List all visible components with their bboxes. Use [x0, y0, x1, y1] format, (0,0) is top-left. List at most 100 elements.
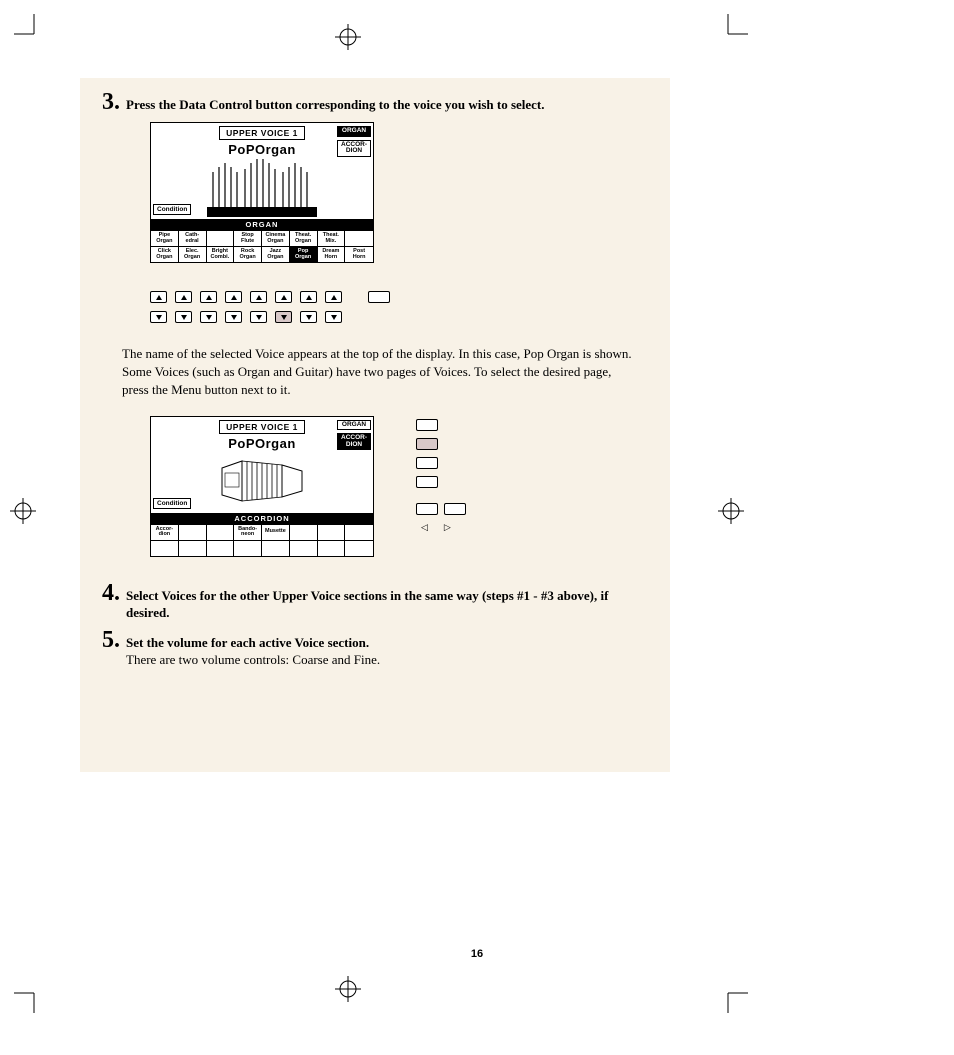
crop-mark-bl: [14, 983, 44, 1013]
voice-cell[interactable]: Bright Combi.: [207, 246, 235, 262]
menu-button-selected[interactable]: [416, 438, 438, 450]
voice-cell[interactable]: Accor- dion: [151, 524, 179, 540]
dc-down-button[interactable]: [200, 311, 217, 323]
condition-button[interactable]: Condition: [153, 204, 191, 215]
dc-up-button[interactable]: [325, 291, 342, 303]
lcd-category-bar: ORGAN: [151, 219, 373, 230]
menu-button[interactable]: [416, 476, 438, 488]
dc-up-button[interactable]: [300, 291, 317, 303]
lcd-title: UPPER VOICE 1: [219, 126, 305, 140]
step-5: 5 Set the volume for each active Voice s…: [80, 628, 670, 669]
voice-cell-selected[interactable]: Pop Organ: [290, 246, 318, 262]
registration-mark-right: [718, 498, 744, 529]
voice-cell-empty: [345, 524, 373, 540]
lcd-category-bar: ACCORDION: [151, 513, 373, 524]
crop-mark-br: [718, 983, 748, 1013]
dc-up-button[interactable]: [275, 291, 292, 303]
menu-button[interactable]: [444, 503, 466, 515]
voice-cell-empty: [151, 540, 179, 556]
accordion-icon: [217, 453, 307, 509]
voice-cell-empty: [290, 524, 318, 540]
voice-cell-empty: [179, 540, 207, 556]
lcd-grid-row1: Accor- dion Bando- neon Musette: [151, 524, 373, 540]
step-5-subtext: There are two volume controls: Coarse an…: [126, 651, 380, 669]
step-number: 3: [90, 90, 126, 114]
voice-cell[interactable]: Theat. Mix.: [318, 230, 346, 246]
crop-mark-tr: [718, 14, 748, 44]
condition-button[interactable]: Condition: [153, 498, 191, 509]
menu-button[interactable]: [416, 503, 438, 515]
menu-organ[interactable]: ORGAN: [337, 126, 371, 137]
dc-up-button[interactable]: [200, 291, 217, 303]
voice-cell-empty: [234, 540, 262, 556]
voice-cell-empty: [318, 524, 346, 540]
voice-cell[interactable]: Bando- neon: [234, 524, 262, 540]
dc-down-button[interactable]: [325, 311, 342, 323]
lcd-voice-name: PoPOrgan: [219, 436, 305, 451]
lcd-voice-name: PoPOrgan: [219, 142, 305, 157]
voice-cell[interactable]: Post Horn: [345, 246, 373, 262]
registration-mark-top: [335, 24, 361, 55]
dc-up-button[interactable]: [150, 291, 167, 303]
organ-pipes-icon: [207, 157, 317, 217]
voice-cell[interactable]: Musette: [262, 524, 290, 540]
left-arrow-icon: ◁: [421, 522, 428, 533]
voice-cell[interactable]: Jazz Organ: [262, 246, 290, 262]
voice-cell-empty: [207, 524, 235, 540]
step-3-text: Press the Data Control button correspond…: [126, 90, 545, 114]
dc-down-button[interactable]: [225, 311, 242, 323]
lcd-grid-row2: [151, 540, 373, 556]
voice-cell[interactable]: Elec. Organ: [179, 246, 207, 262]
menu-accordion[interactable]: ACCOR- DION: [337, 433, 371, 450]
menu-accordion[interactable]: ACCOR- DION: [337, 140, 371, 157]
step-number: 5: [90, 628, 126, 652]
lcd-screen-accordion: UPPER VOICE 1 PoPOrgan ORGAN ACCOR- DION…: [150, 416, 374, 557]
step-4: 4 Select Voices for the other Upper Voic…: [80, 581, 670, 622]
step-3: 3 Press the Data Control button correspo…: [80, 90, 670, 114]
voice-cell-empty: [207, 540, 235, 556]
menu-organ[interactable]: ORGAN: [337, 420, 371, 431]
voice-cell[interactable]: Cath- edral: [179, 230, 207, 246]
menu-button[interactable]: [416, 457, 438, 469]
dc-up-button[interactable]: [250, 291, 267, 303]
menu-button[interactable]: [416, 419, 438, 431]
voice-cell[interactable]: Theat. Organ: [290, 230, 318, 246]
voice-cell-empty: [179, 524, 207, 540]
dc-up-button[interactable]: [175, 291, 192, 303]
crop-mark-tl: [14, 14, 44, 44]
registration-mark-bottom: [335, 976, 361, 1007]
dc-blank-button[interactable]: [368, 291, 390, 303]
voice-cell[interactable]: Pipe Organ: [151, 230, 179, 246]
lcd-grid-row1: Pipe Organ Cath- edral Stop Flute Cinema…: [151, 230, 373, 246]
dc-down-button[interactable]: [150, 311, 167, 323]
dc-down-button[interactable]: [175, 311, 192, 323]
step-4-text: Select Voices for the other Upper Voice …: [126, 581, 650, 622]
step-number: 4: [90, 581, 126, 605]
dc-up-button[interactable]: [225, 291, 242, 303]
voice-cell-empty: [318, 540, 346, 556]
voice-cell[interactable]: Rock Organ: [234, 246, 262, 262]
voice-cell[interactable]: Cinema Organ: [262, 230, 290, 246]
dc-down-button-selected[interactable]: [275, 311, 292, 323]
voice-cell[interactable]: Stop Flute: [234, 230, 262, 246]
voice-cell-empty: [262, 540, 290, 556]
voice-cell-empty: [345, 230, 373, 246]
lcd-title: UPPER VOICE 1: [219, 420, 305, 434]
step-5-text: Set the volume for each active Voice sec…: [126, 628, 380, 652]
voice-cell[interactable]: Click Organ: [151, 246, 179, 262]
data-control-buttons: [150, 291, 670, 323]
voice-cell[interactable]: Dream Horn: [318, 246, 346, 262]
voice-cell-empty: [290, 540, 318, 556]
menu-buttons: ◁ ▷: [416, 416, 466, 535]
dc-down-button[interactable]: [300, 311, 317, 323]
registration-mark-left: [10, 498, 36, 529]
lcd-screen-organ: UPPER VOICE 1 PoPOrgan ORGAN ACCOR- DION…: [150, 122, 670, 263]
explanatory-paragraph: The name of the selected Voice appears a…: [80, 331, 670, 400]
dc-down-button[interactable]: [250, 311, 267, 323]
right-arrow-icon: ▷: [444, 522, 451, 533]
voice-cell-empty: [207, 230, 235, 246]
content-panel: 3 Press the Data Control button correspo…: [80, 78, 670, 772]
page-number: 16: [0, 948, 954, 960]
lcd-grid-row2: Click Organ Elec. Organ Bright Combi. Ro…: [151, 246, 373, 262]
voice-cell-empty: [345, 540, 373, 556]
